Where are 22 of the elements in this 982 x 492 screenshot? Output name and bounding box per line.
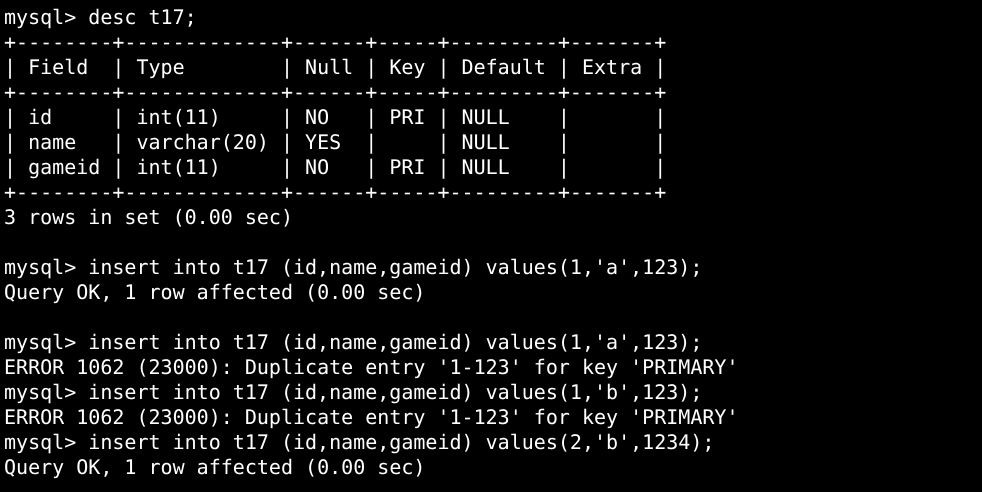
output-line: | Field | Type | Null | Key | Default | Extra | [4,55,666,80]
output-line: +--------+-------------+------+-----+---------+-------+ [4,80,666,105]
output-line: Query OK, 1 row affected (0.00 sec) [4,455,426,480]
output-line: ERROR 1062 (23000): Duplicate entry '1-123' for key 'PRIMARY' [4,355,739,380]
output-line: | id | int(11) | NO | PRI | NULL | | [4,105,666,130]
output-line: 3 rows in set (0.00 sec) [4,205,293,230]
output-line: Query OK, 1 row affected (0.00 sec) [4,280,426,305]
command-text: desc t17; [88,5,197,30]
output-line: +--------+-------------+------+-----+---------+-------+ [4,30,666,55]
command-text: insert into t17 (id,name,gameid) values(1,'a',123); [88,330,702,355]
prompt: mysql> [4,5,76,30]
prompt: mysql> [4,380,76,405]
prompt: mysql> [4,430,76,455]
prompt: mysql> [4,330,76,355]
output-line: | name | varchar(20) | YES | | NULL | | [4,130,666,155]
command-text: insert into t17 (id,name,gameid) values(1,'a',123); [88,255,702,280]
prompt: mysql> [4,255,76,280]
output-line: +--------+-------------+------+-----+---------+-------+ [4,180,666,205]
command-text: insert into t17 (id,name,gameid) values(2,'b',1234); [88,430,714,455]
output-line: | gameid | int(11) | NO | PRI | NULL | | [4,155,666,180]
output-line: ERROR 1062 (23000): Duplicate entry '1-123' for key 'PRIMARY' [4,405,739,430]
command-text: insert into t17 (id,name,gameid) values(1,'b',123); [88,380,702,405]
